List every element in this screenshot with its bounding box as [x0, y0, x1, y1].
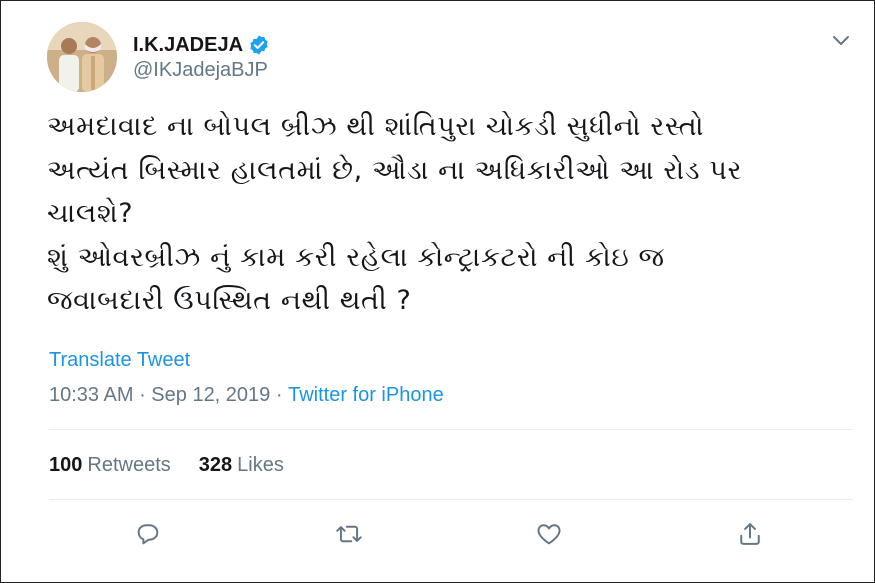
verified-badge-icon: [248, 34, 270, 56]
author-name-row: I.K.JADEJA: [133, 32, 270, 58]
tweet-date[interactable]: Sep 12, 2019: [151, 384, 270, 407]
tweet-text: અમદાવાદ ના બોપલ બ્રીઝ થી શાંતિપુરા ચોકડી…: [47, 111, 743, 316]
tweet-metadata: 10:33 AM · Sep 12, 2019 · Twitter for iP…: [49, 384, 444, 407]
translate-tweet-link[interactable]: Translate Tweet: [49, 349, 190, 372]
meta-separator: ·: [133, 384, 152, 406]
meta-separator: ·: [270, 384, 289, 406]
tweet-stats: 100 Retweets 328 Likes: [49, 454, 284, 477]
more-options-chevron-down-icon[interactable]: [827, 29, 855, 53]
likes-stat[interactable]: 328 Likes: [199, 454, 284, 477]
likes-label: Likes: [237, 454, 284, 476]
tweet-source-link[interactable]: Twitter for iPhone: [288, 384, 444, 407]
author-handle[interactable]: @IKJadejaBJP: [133, 59, 268, 82]
retweets-count: 100: [49, 454, 83, 476]
tweet-time[interactable]: 10:33 AM: [49, 384, 134, 407]
retweets-label: Retweets: [87, 454, 171, 476]
avatar[interactable]: [47, 22, 117, 92]
retweets-stat[interactable]: 100 Retweets: [49, 454, 171, 477]
divider: [49, 499, 853, 500]
author-display-name[interactable]: I.K.JADEJA: [133, 34, 243, 57]
retweet-icon[interactable]: [333, 518, 365, 550]
screenshot-frame: I.K.JADEJA @IKJadejaBJP અમદાવાદ ના બોપલ …: [0, 0, 875, 583]
reply-icon[interactable]: [132, 518, 164, 550]
likes-count: 328: [198, 454, 233, 476]
share-icon[interactable]: [734, 518, 766, 550]
tweet-card: I.K.JADEJA @IKJadejaBJP અમદાવાદ ના બોપલ …: [1, 1, 874, 582]
like-icon[interactable]: [533, 518, 565, 550]
divider: [49, 429, 853, 430]
profile-photo: [47, 22, 117, 92]
